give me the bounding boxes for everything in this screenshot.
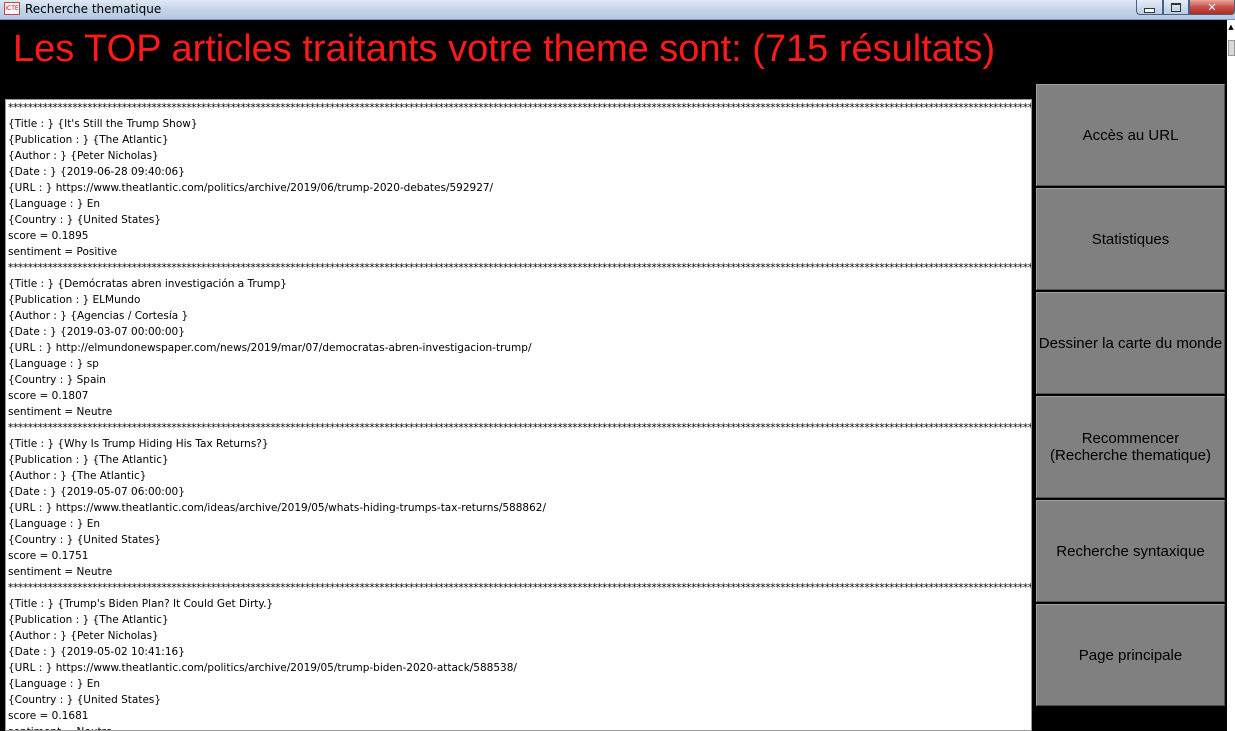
article-language: {Language : } sp <box>8 358 99 370</box>
scrollbar[interactable] <box>1227 20 1235 731</box>
results-text-area[interactable]: ****************************************… <box>5 99 1032 731</box>
minimize-icon <box>1144 7 1155 13</box>
main-page-button[interactable]: Page principale <box>1036 604 1225 706</box>
article-entry: {Title : } {Why Is Trump Hiding His Tax … <box>8 436 1031 580</box>
article-score: score = 0.1807 <box>8 390 89 402</box>
results-list: ****************************************… <box>8 100 1031 730</box>
article-language: {Language : } En <box>8 678 101 690</box>
article-publication: {Publication : } {The Atlantic} <box>8 134 169 146</box>
article-score: score = 0.1895 <box>8 230 89 242</box>
article-country: {Country : } {United States} <box>8 694 162 706</box>
article-country: {Country : } Spain <box>8 374 106 386</box>
article-entry: {Title : } {It's Still the Trump Show} {P… <box>8 116 1031 260</box>
app-icon: ICTE <box>4 2 20 15</box>
statistics-button[interactable]: Statistiques <box>1036 188 1225 290</box>
article-language: {Language : } En <box>8 518 101 530</box>
article-country: {Country : } {United States} <box>8 534 162 546</box>
maximize-button[interactable] <box>1163 0 1189 15</box>
article-author: {Author : } {Peter Nicholas} <box>8 150 159 162</box>
scrollbar-thumb[interactable] <box>1228 40 1235 56</box>
article-date: {Date : } {2019-05-02 10:41:16} <box>8 646 185 658</box>
close-icon: ✕ <box>1207 0 1217 14</box>
separator-line: ****************************************… <box>8 582 1031 594</box>
access-url-button[interactable]: Accès au URL <box>1036 84 1225 186</box>
article-publication: {Publication : } {The Atlantic} <box>8 454 169 466</box>
article-title: {Title : } {Why Is Trump Hiding His Tax … <box>8 438 269 450</box>
separator-line: ****************************************… <box>8 422 1031 434</box>
restart-thematic-search-button[interactable]: Recommencer (Recherche thematique) <box>1036 396 1225 498</box>
article-score: score = 0.1751 <box>8 550 89 562</box>
separator-line: ****************************************… <box>8 102 1031 114</box>
draw-world-map-button[interactable]: Dessiner la carte du monde <box>1036 292 1225 394</box>
article-date: {Date : } {2019-03-07 00:00:00} <box>8 326 185 338</box>
minimize-button[interactable] <box>1136 0 1163 15</box>
article-url: {URL : } https://www.theatlantic.com/pol… <box>8 182 494 194</box>
article-author: {Author : } {Agencias / Cortesía } <box>8 310 189 322</box>
results-heading: Les TOP articles traitants votre theme s… <box>13 28 996 70</box>
article-date: {Date : } {2019-06-28 09:40:06} <box>8 166 185 178</box>
article-entry: {Title : } {Trump's Biden Plan? It Could… <box>8 596 1031 730</box>
action-panel: Accès au URL Statistiques Dessiner la ca… <box>1036 84 1225 708</box>
article-url: {URL : } https://www.theatlantic.com/ide… <box>8 502 546 514</box>
article-language: {Language : } En <box>8 198 101 210</box>
article-author: {Author : } {Peter Nicholas} <box>8 630 159 642</box>
window-controls: ✕ <box>1136 0 1235 15</box>
scroll-up-icon[interactable]: ▲ <box>1227 23 1235 31</box>
maximize-icon <box>1171 2 1181 12</box>
article-sentiment: sentiment = Neutre <box>8 724 1031 730</box>
article-title: {Title : } {Demócratas abren investigaci… <box>8 278 287 290</box>
article-publication: {Publication : } ELMundo <box>8 294 141 306</box>
window-title: Recherche thematique <box>25 2 162 16</box>
article-country: {Country : } {United States} <box>8 214 162 226</box>
article-sentiment: sentiment = Neutre <box>8 566 113 578</box>
article-url: {URL : } https://www.theatlantic.com/pol… <box>8 662 517 674</box>
article-sentiment: sentiment = Positive <box>8 246 118 258</box>
article-title: {Title : } {It's Still the Trump Show} <box>8 118 198 130</box>
article-author: {Author : } {The Atlantic} <box>8 470 147 482</box>
article-publication: {Publication : } {The Atlantic} <box>8 614 169 626</box>
article-title: {Title : } {Trump's Biden Plan? It Could… <box>8 598 274 610</box>
article-entry: {Title : } {Demócratas abren investigaci… <box>8 276 1031 420</box>
syntactic-search-button[interactable]: Recherche syntaxique <box>1036 500 1225 602</box>
separator-line: ****************************************… <box>8 262 1031 274</box>
window-title-bar[interactable]: ICTE Recherche thematique ✕ <box>0 0 1235 20</box>
article-score: score = 0.1681 <box>8 710 89 722</box>
article-sentiment: sentiment = Neutre <box>8 406 113 418</box>
article-url: {URL : } http://elmundonewspaper.com/new… <box>8 342 532 354</box>
article-date: {Date : } {2019-05-07 06:00:00} <box>8 486 185 498</box>
close-button[interactable]: ✕ <box>1189 0 1235 15</box>
